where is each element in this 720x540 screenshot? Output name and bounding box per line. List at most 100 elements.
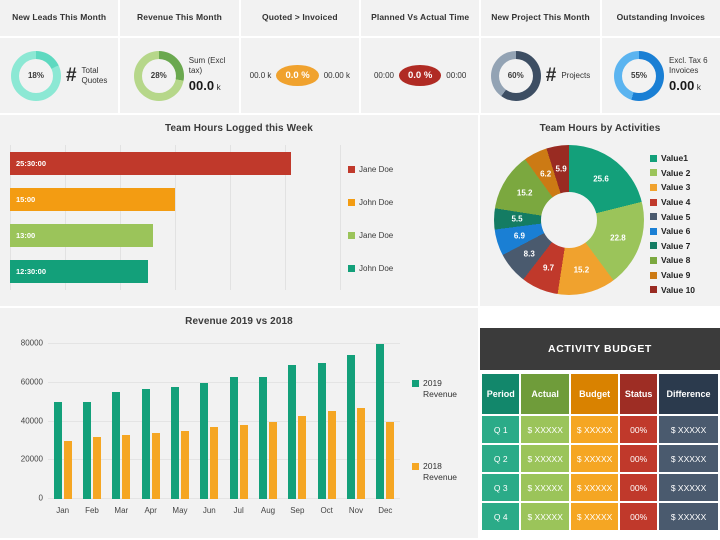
table-row[interactable]: Q 4 $ XXXXX $ XXXXX 00% $ XXXXX bbox=[482, 503, 718, 530]
hours-bar-label: 12:30:00 bbox=[16, 267, 47, 277]
revenue-bar[interactable] bbox=[122, 435, 131, 499]
revenue-bar[interactable] bbox=[288, 365, 297, 499]
legend-item[interactable]: 2018 Revenue bbox=[412, 461, 457, 482]
revenue-bar[interactable] bbox=[298, 415, 307, 499]
ratio-indicator: 00.0 k 0.0 % 00.00 k bbox=[250, 65, 350, 86]
hours-bar-row[interactable]: 13:00 bbox=[10, 224, 340, 248]
revenue-bar[interactable] bbox=[151, 433, 160, 499]
legend-item[interactable]: Value 6 bbox=[650, 224, 695, 239]
table-column-header[interactable]: Period bbox=[482, 374, 520, 414]
legend-item[interactable]: Jane Doe bbox=[348, 153, 468, 186]
table-column-header[interactable]: Budget bbox=[570, 374, 619, 414]
table-cell: $ XXXXX bbox=[659, 445, 718, 472]
revenue-bar[interactable] bbox=[229, 376, 238, 499]
revenue-bar-group[interactable]: Dec bbox=[371, 344, 400, 515]
legend-item[interactable]: John Doe bbox=[348, 186, 468, 219]
pie-slice-label: 6.2 bbox=[540, 169, 552, 179]
revenue-bar-group[interactable]: Sep bbox=[283, 344, 312, 515]
legend-swatch bbox=[348, 265, 355, 272]
kpi-side-text: Sum (Excl tax) 00.0 k bbox=[189, 56, 225, 94]
revenue-bar[interactable] bbox=[376, 344, 385, 499]
legend-item[interactable]: Value 10 bbox=[650, 282, 695, 297]
revenue-bar[interactable] bbox=[327, 410, 336, 499]
legend-item[interactable]: Value 7 bbox=[650, 239, 695, 254]
hours-bar-row[interactable]: 12:30:00 bbox=[10, 260, 340, 284]
kpi-big-value: 0.00 bbox=[669, 78, 695, 94]
x-axis-tick-label: May bbox=[172, 506, 188, 515]
revenue-bar[interactable] bbox=[239, 425, 248, 499]
kpi-right-value: 00.00 k bbox=[323, 71, 350, 80]
revenue-bar[interactable] bbox=[53, 402, 62, 499]
legend-item[interactable]: Jane Doe bbox=[348, 219, 468, 252]
revenue-bar[interactable] bbox=[386, 421, 395, 499]
legend-item[interactable]: Value1 bbox=[650, 151, 695, 166]
gauge-percent-label: 28% bbox=[150, 71, 167, 80]
revenue-bar-group[interactable]: Oct bbox=[312, 344, 341, 515]
legend-item[interactable]: John Doe bbox=[348, 252, 468, 285]
revenue-bar[interactable] bbox=[346, 354, 355, 499]
kpi-left-value: 00.0 k bbox=[249, 71, 272, 80]
revenue-bar[interactable] bbox=[317, 363, 326, 499]
revenue-bar-group[interactable]: Aug bbox=[253, 344, 282, 515]
revenue-bar[interactable] bbox=[356, 407, 365, 499]
hours-bar[interactable]: 15:00 bbox=[10, 187, 175, 211]
revenue-bar[interactable] bbox=[170, 386, 179, 499]
table-column-header[interactable]: Actual bbox=[521, 374, 569, 414]
table-cell: $ XXXXX bbox=[659, 416, 718, 443]
revenue-bar-group[interactable]: May bbox=[165, 344, 194, 515]
legend-item[interactable]: Value 4 bbox=[650, 195, 695, 210]
x-axis-tick-label: Sep bbox=[290, 506, 305, 515]
pie-slice-label: 15.2 bbox=[573, 265, 590, 275]
legend-item[interactable]: 2019 Revenue bbox=[412, 378, 457, 399]
hours-bar-label: 25:30:00 bbox=[16, 158, 47, 168]
hours-bar-row[interactable]: 25:30:00 bbox=[10, 151, 340, 175]
kpi-side-line2: Invoices bbox=[669, 66, 699, 76]
revenue-bar[interactable] bbox=[63, 440, 72, 499]
legend-label: Value 9 bbox=[661, 270, 691, 281]
legend-label-line2: Revenue bbox=[423, 471, 458, 482]
revenue-bar[interactable] bbox=[200, 382, 209, 499]
revenue-bar-group[interactable]: Nov bbox=[341, 344, 370, 515]
revenue-bar-group[interactable]: Feb bbox=[77, 344, 106, 515]
hours-bar-row[interactable]: 15:00 bbox=[10, 187, 340, 211]
kpi-card: Planned Vs Actual Time 00:00 0.0 % 00:00 bbox=[360, 0, 480, 113]
hours-bar[interactable]: 13:00 bbox=[10, 224, 153, 248]
revenue-bar[interactable] bbox=[180, 431, 189, 499]
kpi-side-line1: Sum (Excl bbox=[188, 56, 226, 66]
kpi-side-text: Excl. Tax 6 Invoices 0.00 k bbox=[669, 56, 708, 94]
revenue-bar-group[interactable]: Apr bbox=[136, 344, 165, 515]
kpi-card-header: Outstanding Invoices bbox=[601, 0, 720, 38]
table-row[interactable]: Q 3 $ XXXXX $ XXXXX 00% $ XXXXX bbox=[482, 474, 718, 501]
revenue-bar[interactable] bbox=[82, 402, 91, 499]
legend-item[interactable]: Value 9 bbox=[650, 268, 695, 283]
kpi-big-value: 00.0 bbox=[188, 78, 215, 94]
revenue-bar[interactable] bbox=[258, 376, 267, 499]
donut-gauge: 28% bbox=[133, 50, 184, 101]
hours-bar[interactable]: 12:30:00 bbox=[10, 260, 148, 284]
legend-item[interactable]: Value 8 bbox=[650, 253, 695, 268]
revenue-bar[interactable] bbox=[210, 427, 219, 499]
legend-item[interactable]: Value 2 bbox=[650, 166, 695, 181]
percent-badge: 0.0 % bbox=[399, 65, 442, 86]
table-column-header[interactable]: Difference bbox=[659, 374, 718, 414]
table-row[interactable]: Q 1 $ XXXXX $ XXXXX 00% $ XXXXX bbox=[482, 416, 718, 443]
legend-item[interactable]: Value 3 bbox=[650, 180, 695, 195]
hours-bar[interactable]: 25:30:00 bbox=[10, 151, 291, 175]
kpi-side-text: Total Quotes bbox=[82, 66, 108, 86]
revenue-bar[interactable] bbox=[92, 437, 101, 499]
revenue-bar-group[interactable]: Jan bbox=[48, 344, 77, 515]
legend-item[interactable]: Value 5 bbox=[650, 209, 695, 224]
donut-gauge: 55% bbox=[614, 50, 665, 101]
revenue-bar[interactable] bbox=[112, 392, 121, 499]
legend-swatch bbox=[650, 286, 657, 294]
revenue-bar-group[interactable]: Mar bbox=[107, 344, 136, 515]
activities-chart-legend: Value1 Value 2 Value 3 Value 4 Value 5 Value … bbox=[650, 151, 695, 297]
revenue-bar-group[interactable]: Jul bbox=[224, 344, 253, 515]
revenue-bar-group[interactable]: Jun bbox=[195, 344, 224, 515]
table-row[interactable]: Q 2 $ XXXXX $ XXXXX 00% $ XXXXX bbox=[482, 445, 718, 472]
revenue-bar[interactable] bbox=[268, 421, 277, 499]
table-column-header[interactable]: Status bbox=[620, 374, 658, 414]
ratio-indicator: 00:00 0.0 % 00:00 bbox=[374, 65, 466, 86]
pie-slice-label: 8.3 bbox=[523, 249, 535, 259]
revenue-bar[interactable] bbox=[141, 388, 150, 499]
